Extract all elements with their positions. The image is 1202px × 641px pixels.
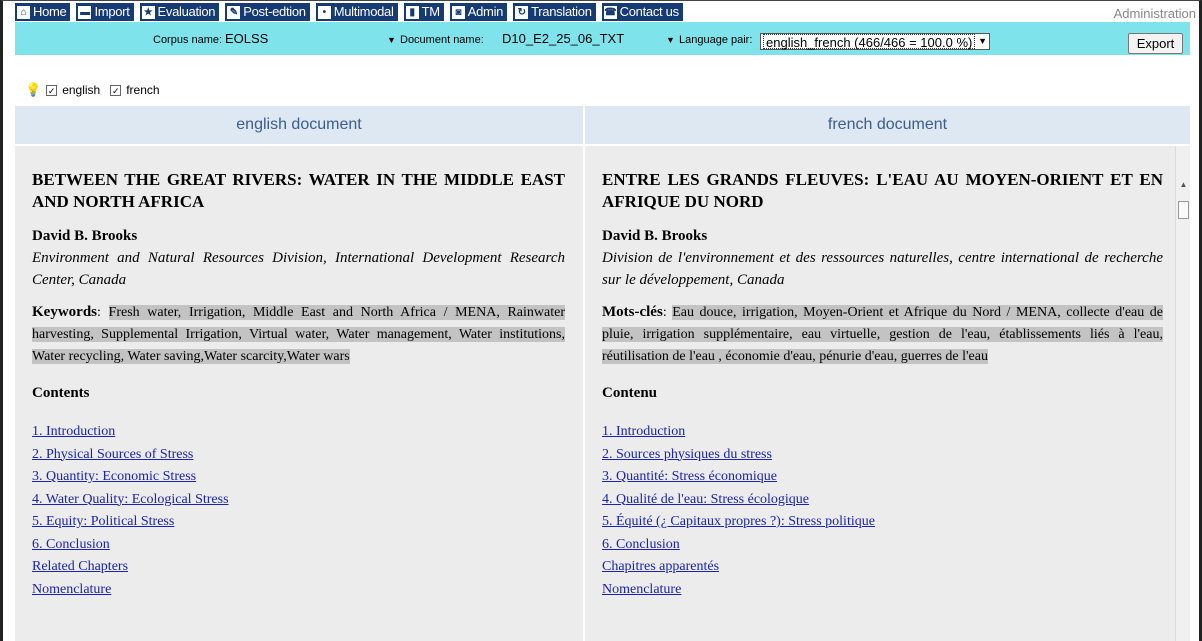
english-checkbox[interactable]: ✓ (46, 84, 58, 96)
toc-link[interactable]: 3. Quantité: Stress économique (602, 469, 777, 484)
english-keywords-text[interactable]: Fresh water, Irrigation, Middle East and… (32, 305, 565, 364)
french-checkbox[interactable]: ✓ (110, 84, 122, 96)
nav-admin-label: Admin (467, 4, 504, 19)
corpus-dropdown-icon[interactable]: ▼ (387, 35, 396, 45)
contact-icon: ☎ (603, 5, 617, 19)
home-icon: ⌂ (17, 5, 30, 19)
administration-link[interactable]: Administration (1114, 6, 1196, 21)
nav-admin[interactable]: ◙ Admin (449, 3, 508, 21)
french-contents-heading: Contenu (602, 385, 658, 401)
english-toc: 1. Introduction 2. Physical Sources of S… (32, 421, 565, 601)
document-panels: english document french document BETWEEN… (15, 106, 1190, 641)
english-document-body: BETWEEN THE GREAT RIVERS: WATER IN THE M… (15, 146, 583, 641)
lightbulb-icon[interactable]: 💡 (25, 82, 41, 98)
nav-home[interactable]: ⌂ Home (15, 3, 71, 21)
import-icon: ▬ (78, 5, 92, 19)
language-label: Language pair: (679, 34, 753, 46)
french-title: ENTRE LES GRANDS FLEUVES: L'EAU AU MOYEN… (602, 170, 1163, 211)
toc-link[interactable]: 4. Qualité de l'eau: Stress écologique (602, 492, 809, 507)
vertical-scrollbar[interactable]: ▲ (1175, 146, 1190, 641)
toc-link[interactable]: 5. Equity: Political Stress (32, 514, 174, 529)
toc-link[interactable]: Chapitres apparentés (602, 559, 719, 574)
toc-link[interactable]: 1. Introduction (32, 424, 115, 439)
corpus-label: Corpus name: (153, 34, 223, 46)
english-document-header: english document (15, 106, 583, 144)
translation-icon: ↻ (515, 5, 529, 19)
language-pair-select[interactable]: english_french (466/466 = 100.0 %) ▼ (760, 33, 990, 50)
nav-import-label: Import (94, 4, 130, 19)
export-button[interactable]: Export (1128, 33, 1183, 54)
english-author: David B. Brooks (32, 228, 138, 244)
document-toolbar: Corpus name: EOLSS ▼ Document name: D10_… (15, 22, 1190, 55)
star-icon: ★ (141, 5, 155, 19)
toc-link[interactable]: 4. Water Quality: Ecological Stress (32, 492, 229, 507)
french-toc: 1. Introduction 2. Sources physiques du … (602, 421, 1163, 601)
nav-home-label: Home (33, 4, 67, 19)
french-keywords-label: Mots-clés (602, 304, 663, 320)
nav-translation-label: Translation (531, 4, 592, 19)
nav-evaluation[interactable]: ★ Evaluation (139, 3, 220, 21)
french-keywords: Mots-clés: Eau douce, irrigation, Moyen-… (602, 304, 1164, 364)
nav-multimodal-label: Multimodal (333, 4, 394, 19)
document-select[interactable]: D10_E2_25_06_TXT (502, 31, 624, 46)
toc-link[interactable]: 6. Conclusion (602, 537, 680, 552)
language-pair-value: english_french (466/466 = 100.0 %) (763, 34, 976, 50)
toc-link[interactable]: 2. Sources physiques du stress (602, 447, 772, 462)
document-dropdown-icon[interactable]: ▼ (666, 35, 675, 45)
english-affiliation: Environment and Natural Resources Divisi… (32, 250, 565, 288)
corpus-select[interactable]: EOLSS (225, 31, 268, 46)
nav-translation[interactable]: ↻ Translation (513, 3, 596, 21)
toc-link[interactable]: 2. Physical Sources of Stress (32, 447, 193, 462)
multimodal-icon: • (317, 5, 331, 19)
nav-contact-label: Contact us (619, 4, 679, 19)
tm-icon: ▮ (405, 5, 419, 19)
nav-tm-label: TM (421, 4, 440, 19)
admin-icon: ◙ (451, 5, 465, 19)
french-document-body: ENTRE LES GRANDS FLEUVES: L'EAU AU MOYEN… (585, 146, 1175, 641)
nav-tm[interactable]: ▮ TM (403, 3, 444, 21)
toc-link[interactable]: Nomenclature (32, 582, 111, 597)
toc-link[interactable]: Nomenclature (602, 582, 681, 597)
toc-link[interactable]: 1. Introduction (602, 424, 685, 439)
french-affiliation: Division de l'environnement et des resso… (602, 250, 1163, 288)
document-label: Document name: (400, 34, 484, 46)
nav-import[interactable]: ▬ Import (76, 3, 134, 21)
toc-link[interactable]: 5. Équité (¿ Capitaux propres ?): Stress… (602, 514, 875, 529)
chevron-down-icon: ▼ (978, 36, 987, 46)
nav-evaluation-label: Evaluation (157, 4, 216, 19)
english-title: BETWEEN THE GREAT RIVERS: WATER IN THE M… (32, 170, 565, 211)
language-toggle-row: 💡 ✓ english ✓ french (25, 82, 160, 98)
french-keywords-text[interactable]: Eau douce, irrigation, Moyen-Orient et A… (602, 305, 1164, 364)
nav-post-edition-label: Post-edtion (243, 4, 306, 19)
english-keywords: Keywords: Fresh water, Irrigation, Middl… (32, 304, 565, 364)
english-contents-heading: Contents (32, 385, 90, 401)
english-keywords-label: Keywords (32, 304, 97, 320)
toc-link[interactable]: 3. Quantity: Economic Stress (32, 469, 196, 484)
french-author: David B. Brooks (602, 228, 708, 244)
toc-link[interactable]: 6. Conclusion (32, 537, 110, 552)
top-nav: ⌂ Home ▬ Import ★ Evaluation ✎ Post-edtion •… (15, 3, 683, 21)
french-checkbox-label: french (126, 83, 160, 97)
post-edit-icon: ✎ (227, 5, 241, 19)
french-document-header: french document (585, 106, 1190, 144)
scroll-up-icon[interactable]: ▲ (1176, 180, 1191, 190)
english-checkbox-label: english (62, 83, 101, 97)
nav-contact[interactable]: ☎ Contact us (601, 3, 683, 21)
nav-multimodal[interactable]: • Multimodal (315, 3, 398, 21)
nav-post-edition[interactable]: ✎ Post-edtion (225, 3, 310, 21)
scrollbar-thumb[interactable] (1178, 201, 1189, 219)
toc-link[interactable]: Related Chapters (32, 559, 128, 574)
